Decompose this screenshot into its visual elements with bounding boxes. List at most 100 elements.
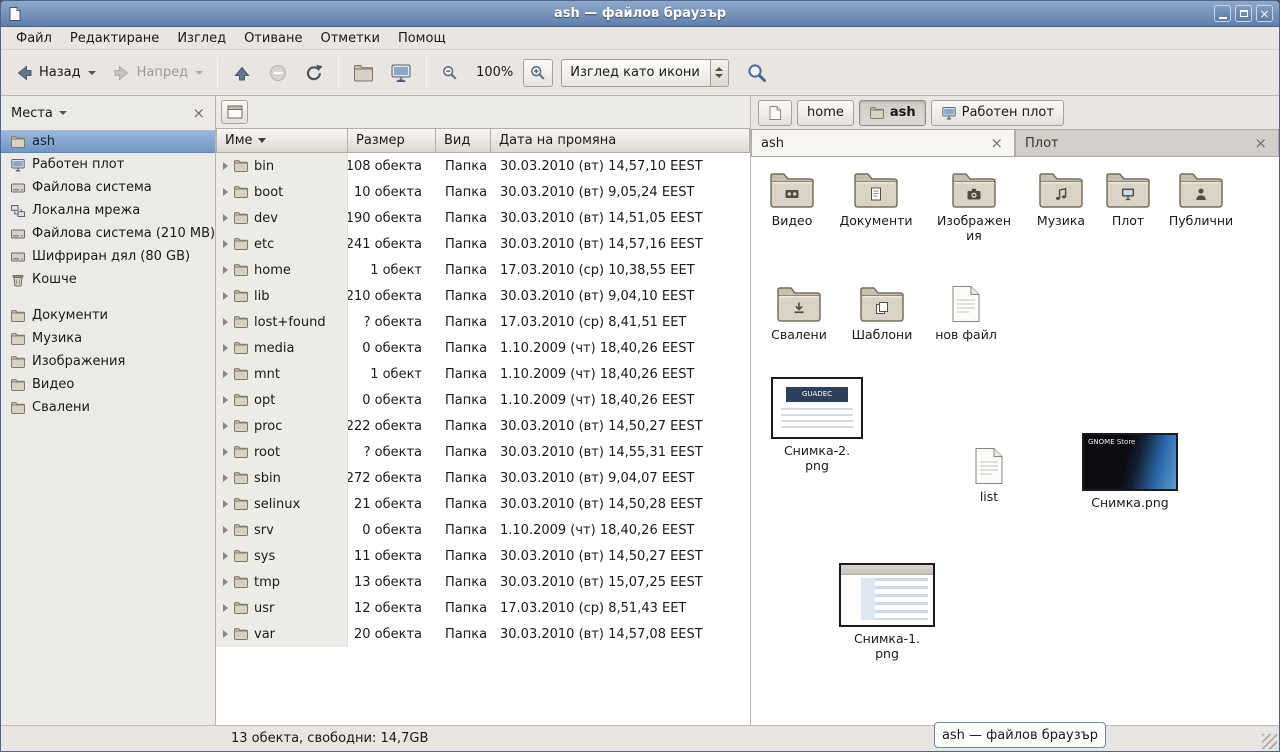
icon-item-snimka-1-png[interactable]: Снимка-1.png (832, 563, 942, 662)
table-row[interactable]: home 1 обект Папка 17.03.2010 (ср) 10,38… (216, 257, 750, 283)
icon-item-public-folder[interactable]: Публични (1161, 171, 1241, 229)
menu-go[interactable]: Отиване (235, 27, 311, 49)
table-row[interactable]: sys 11 обекта Папка 30.03.2010 (вт) 14,5… (216, 543, 750, 569)
menu-file[interactable]: Файл (7, 27, 61, 49)
forward-history-icon[interactable] (195, 71, 203, 75)
expander-icon[interactable] (223, 370, 228, 378)
menu-bookmarks[interactable]: Отметки (311, 27, 388, 49)
expander-icon[interactable] (223, 552, 228, 560)
menu-edit[interactable]: Редактиране (61, 27, 168, 49)
sidebar-item-music[interactable]: Музика (1, 327, 215, 350)
table-row[interactable]: boot 10 обекта Папка 30.03.2010 (вт) 9,0… (216, 179, 750, 205)
expander-icon[interactable] (223, 604, 228, 612)
stop-button[interactable] (261, 56, 295, 90)
back-button[interactable]: Назад (7, 56, 103, 90)
icon-item-list-file[interactable]: list (949, 447, 1029, 505)
pane-toggle-button[interactable] (221, 100, 248, 124)
expander-icon[interactable] (223, 344, 228, 352)
sidebar-item-documents[interactable]: Документи (1, 304, 215, 327)
computer-button[interactable] (383, 56, 419, 90)
minimize-button[interactable] (1214, 5, 1231, 22)
tab-close-button[interactable]: × (988, 136, 1005, 151)
icon-item-downloads-folder[interactable]: Свалени (759, 285, 839, 343)
expander-icon[interactable] (223, 630, 228, 638)
expander-icon[interactable] (223, 266, 228, 274)
sidebar-close-button[interactable]: × (190, 106, 207, 121)
table-row[interactable]: selinux 21 обекта Папка 30.03.2010 (вт) … (216, 491, 750, 517)
icon-view[interactable]: Видео Документи Изображения Музика Плот … (751, 156, 1279, 725)
icon-item-documents-folder[interactable]: Документи (836, 171, 916, 229)
icon-item-snimka-2-png[interactable]: GUADEC Снимка-2.png (767, 377, 867, 474)
table-row[interactable]: sbin 272 обекта Папка 30.03.2010 (вт) 9,… (216, 465, 750, 491)
sidebar-item-local-network[interactable]: Локална мрежа (1, 199, 215, 222)
expander-icon[interactable] (223, 318, 228, 326)
expander-icon[interactable] (223, 474, 228, 482)
expander-icon[interactable] (223, 214, 228, 222)
search-button[interactable] (739, 55, 775, 91)
table-row[interactable]: proc 222 обекта Папка 30.03.2010 (вт) 14… (216, 413, 750, 439)
expander-icon[interactable] (223, 162, 228, 170)
sidebar-item-encrypted-80gb[interactable]: Шифриран дял (80 GB) (1, 245, 215, 268)
expander-icon[interactable] (223, 422, 228, 430)
column-header-2[interactable]: Вид (436, 128, 491, 153)
icon-item-video-folder[interactable]: Видео (752, 171, 832, 229)
up-button[interactable] (225, 56, 259, 90)
sidebar-item-video[interactable]: Видео (1, 373, 215, 396)
table-row[interactable]: mnt 1 обект Папка 1.10.2009 (чт) 18,40,2… (216, 361, 750, 387)
expander-icon[interactable] (223, 188, 228, 196)
column-header-0[interactable]: Име (216, 128, 348, 153)
sidebar-item-filesystem-210mb[interactable]: Файлова система (210 MB) (1, 222, 215, 245)
forward-button[interactable]: Напред (105, 56, 210, 90)
home-folder-button[interactable] (346, 57, 381, 89)
expander-icon[interactable] (223, 578, 228, 586)
table-row[interactable]: etc 241 обекта Папка 30.03.2010 (вт) 14,… (216, 231, 750, 257)
table-row[interactable]: var 20 обекта Папка 30.03.2010 (вт) 14,5… (216, 621, 750, 647)
expander-icon[interactable] (223, 526, 228, 534)
tab-close-button[interactable]: × (1252, 136, 1269, 151)
icon-item-templates-folder[interactable]: Шаблони (842, 285, 922, 343)
table-row[interactable]: bin 108 обекта Папка 30.03.2010 (вт) 14,… (216, 153, 750, 179)
pathbar-button-home[interactable]: home (797, 100, 854, 126)
pathbar-button-root[interactable] (758, 100, 792, 126)
table-row[interactable]: lib 210 обекта Папка 30.03.2010 (вт) 9,0… (216, 283, 750, 309)
sidebar-item-ash[interactable]: ash (1, 130, 215, 153)
icon-item-desktop-folder[interactable]: Плот (1088, 171, 1168, 229)
close-button[interactable]: × (1256, 5, 1273, 22)
tab-ash[interactable]: ash × (751, 129, 1015, 156)
zoom-in-button[interactable] (523, 59, 553, 87)
table-row[interactable]: lost+found ? обекта Папка 17.03.2010 (ср… (216, 309, 750, 335)
sidebar-item-filesystem[interactable]: Файлова система (1, 176, 215, 199)
column-header-3[interactable]: Дата на промяна (491, 128, 750, 153)
reload-button[interactable] (297, 56, 331, 90)
view-mode-select[interactable]: Изглед като икони (561, 59, 729, 87)
menu-view[interactable]: Изглед (168, 27, 235, 49)
sidebar-item-downloads[interactable]: Свалени (1, 396, 215, 419)
column-header-1[interactable]: Размер (348, 128, 436, 153)
sidebar-item-desktop[interactable]: Работен плот (1, 153, 215, 176)
tab-plot[interactable]: Плот × (1015, 129, 1279, 156)
pathbar-button-ash[interactable]: ash (859, 100, 926, 126)
table-row[interactable]: dev 190 обекта Папка 30.03.2010 (вт) 14,… (216, 205, 750, 231)
resize-grip[interactable] (1262, 734, 1277, 749)
icon-item-images-folder[interactable]: Изображения (934, 171, 1014, 244)
back-history-icon[interactable] (88, 71, 96, 75)
table-row[interactable]: root ? обекта Папка 30.03.2010 (вт) 14,5… (216, 439, 750, 465)
table-row[interactable]: usr 12 обекта Папка 17.03.2010 (ср) 8,51… (216, 595, 750, 621)
sidebar-item-images[interactable]: Изображения (1, 350, 215, 373)
titlebar[interactable]: ash — файлов браузър × (1, 1, 1279, 27)
sidebar-title[interactable]: Места (11, 106, 53, 121)
sidebar-item-trash[interactable]: Кошче (1, 268, 215, 291)
table-row[interactable]: tmp 13 обекта Папка 30.03.2010 (вт) 15,0… (216, 569, 750, 595)
expander-icon[interactable] (223, 500, 228, 508)
table-row[interactable]: opt 0 обекта Папка 1.10.2009 (чт) 18,40,… (216, 387, 750, 413)
menu-help[interactable]: Помощ (389, 27, 455, 49)
expander-icon[interactable] (223, 292, 228, 300)
expander-icon[interactable] (223, 396, 228, 404)
pathbar-button-desktop[interactable]: Работен плот (931, 100, 1064, 126)
sidebar-selector-icon[interactable] (59, 111, 67, 115)
icon-item-new-file[interactable]: нов файл (926, 285, 1006, 343)
table-row[interactable]: srv 0 обекта Папка 1.10.2009 (чт) 18,40,… (216, 517, 750, 543)
maximize-button[interactable] (1235, 5, 1252, 22)
zoom-out-button[interactable] (434, 57, 466, 89)
expander-icon[interactable] (223, 240, 228, 248)
